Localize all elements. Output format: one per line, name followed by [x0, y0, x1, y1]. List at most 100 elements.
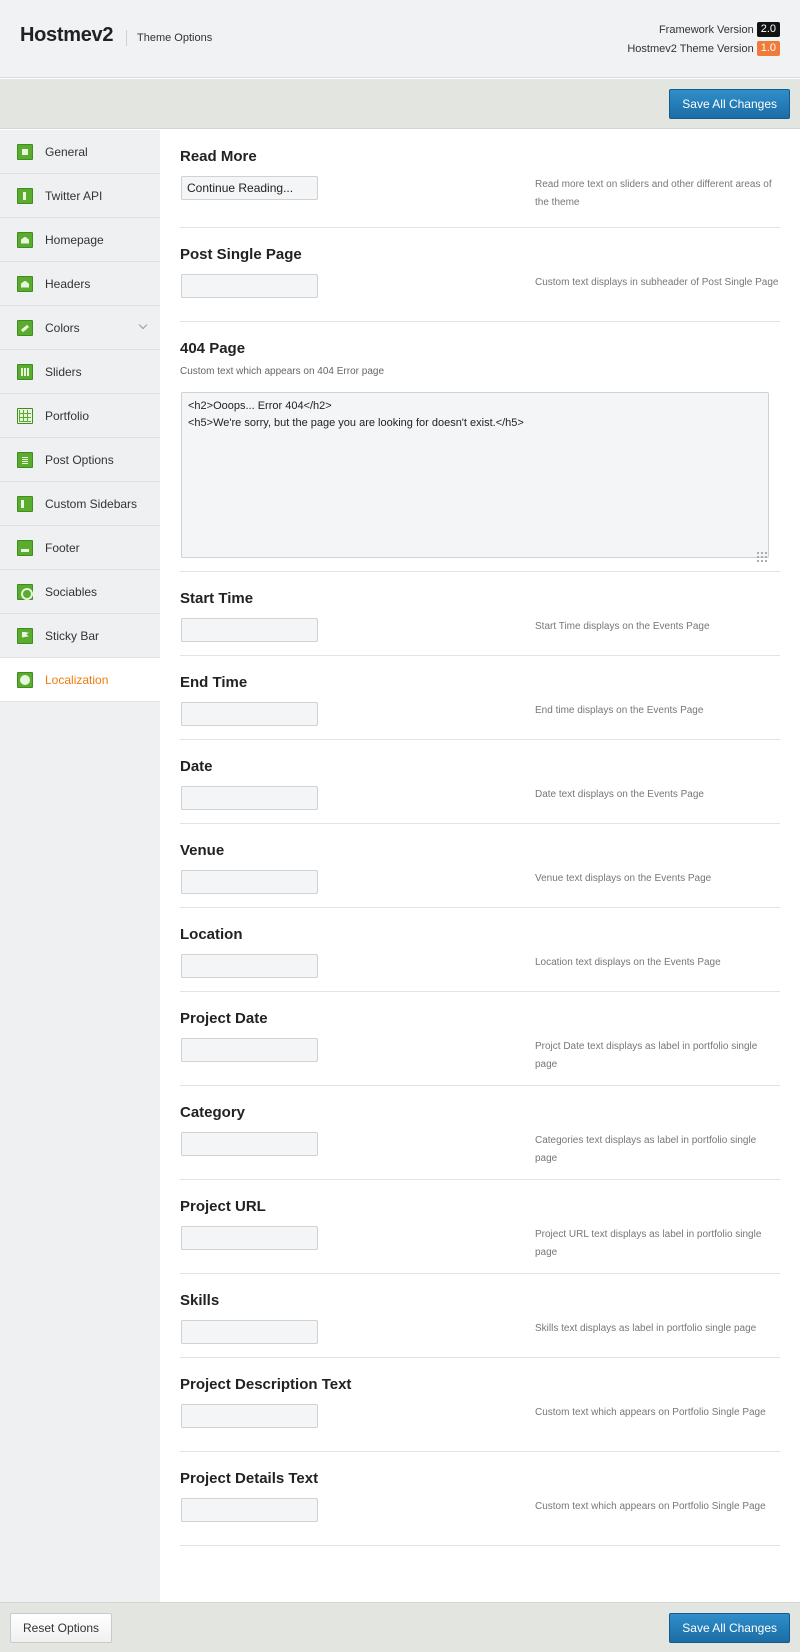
- section-description: Custom text which appears on Portfolio S…: [535, 1407, 766, 1418]
- home-icon: [17, 275, 33, 292]
- sidebar-icon: [17, 495, 33, 512]
- section-end-time: End Time End time displays on the Events…: [180, 656, 780, 740]
- resize-grip-icon[interactable]: [756, 551, 768, 563]
- sidebar-item-twitter-api[interactable]: Twitter API: [0, 174, 160, 218]
- section-title: Project Date: [180, 1010, 268, 1027]
- sidebar-item-colors[interactable]: Colors: [0, 306, 160, 350]
- section-description: Project URL text displays as label in po…: [535, 1229, 762, 1258]
- sidebar-item-footer[interactable]: Footer: [0, 526, 160, 570]
- sidebar-item-portfolio[interactable]: Portfolio: [0, 394, 160, 438]
- sidebar-item-label: Localization: [45, 672, 109, 687]
- section-title: End Time: [180, 674, 248, 691]
- grid-icon: [17, 407, 33, 424]
- sidebar-item-label: Headers: [45, 276, 91, 291]
- top-header: Hostmev2 Theme Options Framework Version…: [0, 0, 800, 78]
- section-title: Skills: [180, 1292, 220, 1309]
- section-title: 404 Page: [180, 340, 246, 357]
- section-project-url: Project URL Project URL text displays as…: [180, 1180, 780, 1274]
- section-description: Custom text which appears on Portfolio S…: [535, 1501, 766, 1512]
- project-description-text-input[interactable]: [181, 1404, 318, 1428]
- slider-icon: [17, 363, 33, 380]
- date-input[interactable]: [181, 786, 318, 810]
- brand-title: Hostmev2: [20, 24, 114, 46]
- section-description: Read more text on sliders and other diff…: [535, 179, 772, 208]
- section-location: Location Location text displays on the E…: [180, 908, 780, 992]
- project-url-input[interactable]: [181, 1226, 318, 1250]
- save-all-changes-button[interactable]: Save All Changes: [669, 89, 790, 119]
- sidebar-item-label: Custom Sidebars: [45, 496, 138, 511]
- sidebar: General Twitter API Homepage Headers Col…: [0, 130, 160, 1602]
- footer-icon: [17, 539, 33, 556]
- section-date: Date Date text displays on the Events Pa…: [180, 740, 780, 824]
- section-project-date: Project Date Projct Date text displays a…: [180, 992, 780, 1086]
- sidebar-item-headers[interactable]: Headers: [0, 262, 160, 306]
- framework-version-label: Framework Version: [658, 23, 754, 36]
- section-description: Venue text displays on the Events Page: [535, 873, 712, 884]
- section-description: Start Time displays on the Events Page: [535, 621, 710, 632]
- sidebar-item-label: Colors: [45, 320, 80, 335]
- sidebar-item-homepage[interactable]: Homepage: [0, 218, 160, 262]
- reset-options-button[interactable]: Reset Options: [10, 1613, 113, 1643]
- section-description: Date text displays on the Events Page: [535, 789, 704, 800]
- post-icon: [17, 451, 33, 468]
- section-title: Project Details Text: [180, 1470, 319, 1487]
- end-time-input[interactable]: [181, 702, 318, 726]
- post-single-page-input[interactable]: [181, 274, 318, 298]
- sidebar-item-post-options[interactable]: Post Options: [0, 438, 160, 482]
- section-venue: Venue Venue text displays on the Events …: [180, 824, 780, 908]
- theme-version: Hostmev2 Theme Version 1.0: [627, 41, 780, 56]
- section-description: Projct Date text displays as label in po…: [535, 1041, 758, 1070]
- bottom-toolbar: Reset Options Save All Changes: [0, 1602, 800, 1652]
- section-start-time: Start Time Start Time displays on the Ev…: [180, 572, 780, 656]
- section-title: Start Time: [180, 590, 254, 607]
- globe-icon: [17, 671, 33, 688]
- sidebar-item-label: Sociables: [45, 584, 98, 599]
- sidebar-item-general[interactable]: General: [0, 130, 160, 174]
- sidebar-item-label: Portfolio: [45, 408, 90, 423]
- read-more-input[interactable]: [181, 176, 318, 200]
- sidebar-item-label: Twitter API: [45, 188, 103, 203]
- sidebar-item-custom-sidebars[interactable]: Custom Sidebars: [0, 482, 160, 526]
- skills-input[interactable]: [181, 1320, 318, 1344]
- framework-version: Framework Version 2.0: [659, 22, 780, 37]
- venue-input[interactable]: [181, 870, 318, 894]
- flag-icon: [17, 627, 33, 644]
- 404-page-textarea[interactable]: <h2>Ooops... Error 404</h2> <h5>We're so…: [181, 392, 769, 558]
- location-input[interactable]: [181, 954, 318, 978]
- brand-subtitle: Theme Options: [137, 32, 213, 44]
- project-date-input[interactable]: [181, 1038, 318, 1062]
- section-title: Read More: [180, 148, 257, 165]
- start-time-input[interactable]: [181, 618, 318, 642]
- section-title: Project Description Text: [180, 1376, 352, 1393]
- sidebar-item-sliders[interactable]: Sliders: [0, 350, 160, 394]
- section-title: Date: [180, 758, 213, 775]
- sidebar-item-label: Footer: [45, 540, 80, 555]
- section-description: Custom text displays in subheader of Pos…: [535, 277, 779, 288]
- save-all-changes-button[interactable]: Save All Changes: [669, 1613, 790, 1643]
- section-description: Skills text displays as label in portfol…: [535, 1323, 757, 1334]
- section-post-single-page: Post Single Page Custom text displays in…: [180, 228, 780, 322]
- section-category: Category Categories text displays as lab…: [180, 1086, 780, 1180]
- sidebar-item-sociables[interactable]: Sociables: [0, 570, 160, 614]
- sidebar-item-label: Homepage: [45, 232, 104, 247]
- section-description: Location text displays on the Events Pag…: [535, 957, 721, 968]
- sidebar-item-label: General: [45, 144, 88, 159]
- section-project-details-text: Project Details Text Custom text which a…: [180, 1452, 780, 1546]
- sidebar-item-label: Sliders: [45, 364, 82, 379]
- section-project-description-text: Project Description Text Custom text whi…: [180, 1358, 780, 1452]
- section-title: Location: [180, 926, 243, 943]
- theme-version-label: Hostmev2 Theme Version: [627, 42, 754, 55]
- section-description: Categories text displays as label in por…: [535, 1135, 757, 1164]
- chevron-down-icon[interactable]: [138, 320, 148, 330]
- sidebar-item-sticky-bar[interactable]: Sticky Bar: [0, 614, 160, 658]
- framework-version-badge: 2.0: [756, 22, 780, 37]
- theme-version-badge: 1.0: [756, 41, 780, 56]
- category-input[interactable]: [181, 1132, 318, 1156]
- sidebar-item-localization[interactable]: Localization: [0, 658, 160, 702]
- section-title: Venue: [180, 842, 225, 859]
- section-subtitle: Custom text which appears on 404 Error p…: [180, 366, 384, 377]
- section-404-page: 404 Page Custom text which appears on 40…: [180, 322, 780, 572]
- link-icon: [17, 583, 33, 600]
- twitter-icon: [17, 187, 33, 204]
- project-details-text-input[interactable]: [181, 1498, 318, 1522]
